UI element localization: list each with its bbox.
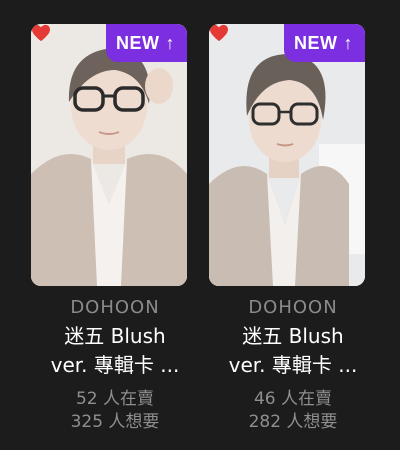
photocard-illustration — [31, 24, 187, 286]
product-stats: 52 人在賣 325 人想要 — [28, 388, 202, 434]
product-grid: NEW ↑ DOHOON 迷五 Blush ver. 專輯卡 ... 52 人在… — [0, 0, 400, 450]
photocard-image[interactable]: NEW ↑ — [209, 24, 365, 286]
brand-name: DOHOON — [70, 297, 160, 318]
arrow-up-icon: ↑ — [343, 33, 353, 53]
product-title-line2: ver. 專輯卡 ... — [50, 353, 180, 377]
product-title[interactable]: 迷五 Blush ver. 專輯卡 ... — [28, 322, 202, 380]
product-stats: 46 人在賣 282 人想要 — [206, 388, 380, 434]
photocard-image[interactable]: NEW ↑ — [31, 24, 187, 286]
new-badge-label: NEW — [294, 32, 338, 53]
wanting-count: 282 人想要 — [248, 412, 338, 432]
product-title-line1: 迷五 Blush — [64, 324, 166, 348]
photocard-illustration — [209, 24, 365, 286]
product-card[interactable]: NEW ↑ DOHOON 迷五 Blush ver. 專輯卡 ... 52 人在… — [28, 24, 202, 434]
heart-icon[interactable] — [31, 24, 51, 42]
product-card[interactable]: NEW ↑ DOHOON 迷五 Blush ver. 專輯卡 ... 46 人在… — [206, 24, 380, 434]
new-badge: NEW ↑ — [106, 24, 187, 62]
product-title-line1: 迷五 Blush — [242, 324, 344, 348]
new-badge-label: NEW — [116, 32, 160, 53]
product-title[interactable]: 迷五 Blush ver. 專輯卡 ... — [206, 322, 380, 380]
wanting-count: 325 人想要 — [70, 412, 160, 432]
heart-icon[interactable] — [209, 24, 229, 42]
arrow-up-icon: ↑ — [165, 33, 175, 53]
selling-count: 52 人在賣 — [75, 389, 155, 409]
new-badge: NEW ↑ — [284, 24, 365, 62]
product-title-line2: ver. 專輯卡 ... — [228, 353, 358, 377]
brand-name: DOHOON — [248, 297, 338, 318]
selling-count: 46 人在賣 — [253, 389, 333, 409]
